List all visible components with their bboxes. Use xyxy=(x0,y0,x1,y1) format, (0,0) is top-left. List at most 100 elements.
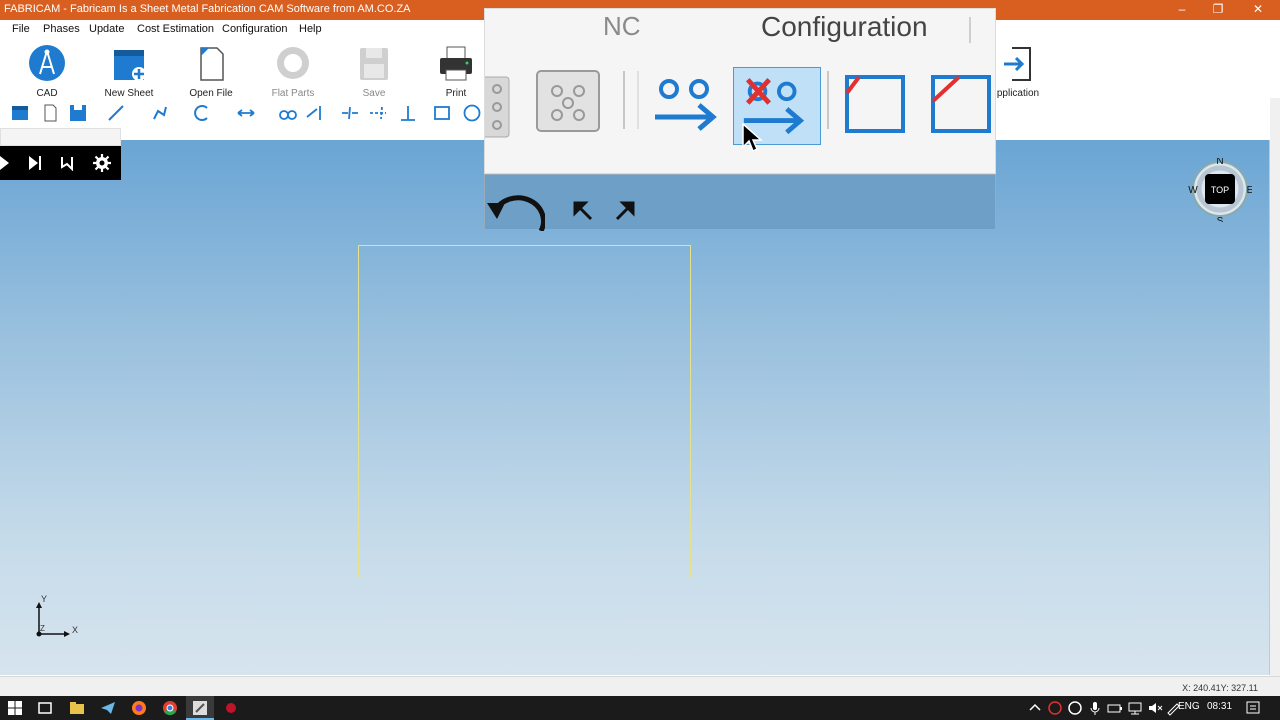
battery-icon[interactable] xyxy=(1106,699,1124,717)
group-divider-3 xyxy=(827,71,829,129)
undo-icon[interactable] xyxy=(485,193,545,231)
fabricam-app-icon[interactable] xyxy=(191,699,209,717)
view-compass[interactable]: TOP N S W E xyxy=(1188,158,1252,222)
extend-tool-icon[interactable] xyxy=(304,103,324,123)
menu-help[interactable]: Help xyxy=(299,23,322,35)
close-button[interactable]: ✕ xyxy=(1240,0,1276,20)
network-icon[interactable] xyxy=(1126,699,1144,717)
open-file-icon xyxy=(200,47,224,81)
layers-icon[interactable] xyxy=(10,103,30,123)
printer-icon xyxy=(440,46,472,81)
configuration-title: Configuration xyxy=(761,11,928,42)
compass-south-label: S xyxy=(1217,216,1224,222)
menu-file[interactable]: File xyxy=(12,23,30,35)
line-tool-icon[interactable] xyxy=(106,103,126,123)
telegram-icon[interactable] xyxy=(99,699,117,717)
play-icon[interactable] xyxy=(0,156,10,170)
group-divider xyxy=(623,71,625,129)
exit-application-icon xyxy=(1004,47,1031,81)
axis-z-label: Z xyxy=(40,624,45,633)
split-line-icon[interactable] xyxy=(368,103,388,123)
floating-toolbar-body xyxy=(0,146,121,180)
minimize-button[interactable]: – xyxy=(1164,0,1200,20)
lead-in-corner-icon[interactable] xyxy=(831,67,919,145)
axis-y-label: Y xyxy=(41,594,47,604)
menu-cost-estimation[interactable]: Cost Estimation xyxy=(137,23,214,35)
perpendicular-icon[interactable] xyxy=(398,103,418,123)
volume-muted-icon[interactable] xyxy=(1146,699,1164,717)
nc-title: NC xyxy=(603,11,641,41)
pan-cursor-icon[interactable] xyxy=(58,155,76,171)
circle-tool-icon[interactable] xyxy=(462,103,482,123)
sheet-boundary xyxy=(358,245,691,578)
tray-sync-icon[interactable] xyxy=(1066,699,1084,717)
move-sequence-icon[interactable] xyxy=(645,67,733,145)
window-title: FABRICAM - Fabricam Is a Sheet Metal Fab… xyxy=(4,3,411,15)
menu-update[interactable]: Update xyxy=(89,23,124,35)
new-document-icon[interactable] xyxy=(40,103,60,123)
nc-configuration-popup: NC Configuration xyxy=(484,8,996,174)
cad-label: CAD xyxy=(36,88,58,99)
floating-toolbar-header xyxy=(0,128,121,146)
microphone-icon[interactable] xyxy=(1086,699,1104,717)
notifications-icon[interactable] xyxy=(1244,699,1262,717)
menu-configuration[interactable]: Configuration xyxy=(222,23,287,35)
break-line-icon[interactable] xyxy=(340,103,360,123)
new-sheet-icon xyxy=(114,50,146,81)
viewport-side-strip xyxy=(1270,98,1280,678)
clock[interactable]: 08:31 xyxy=(1207,701,1232,712)
print-label: Print xyxy=(445,88,467,99)
open-file-label: Open File xyxy=(189,88,233,99)
new-sheet-label: New Sheet xyxy=(104,88,154,99)
file-explorer-icon[interactable] xyxy=(68,699,86,717)
print-button[interactable]: Print xyxy=(426,42,486,99)
rectangle-tool-icon[interactable] xyxy=(432,103,452,123)
settings-gear-icon[interactable] xyxy=(93,154,111,172)
axis-x-label: X xyxy=(72,625,78,635)
lead-in-diagonal-icon[interactable] xyxy=(917,67,1005,145)
flat-parts-button[interactable]: Flat Parts xyxy=(263,42,323,99)
cad-button[interactable]: CAD xyxy=(17,42,77,99)
axis-indicator: Y X Z xyxy=(36,594,78,637)
group-divider-2 xyxy=(637,71,639,129)
save-label: Save xyxy=(362,88,386,99)
title-divider xyxy=(969,17,971,43)
recorder-icon[interactable] xyxy=(222,699,240,717)
floating-playback-toolbar xyxy=(0,128,121,180)
hole-pattern-icon[interactable] xyxy=(525,67,613,145)
maximize-button[interactable]: ❐ xyxy=(1200,0,1236,20)
compass-west-label: W xyxy=(1188,185,1198,196)
tray-app-icon[interactable] xyxy=(1046,699,1064,717)
compass-drawing-icon xyxy=(29,45,65,81)
save-icon xyxy=(360,48,388,80)
menu-phases[interactable]: Phases xyxy=(43,23,80,35)
trim-tool-icon[interactable] xyxy=(278,103,298,123)
drawing-toolbar xyxy=(0,100,490,126)
move-up-left-icon[interactable] xyxy=(571,199,595,223)
status-bar: X: 240.41Y: 327.11 xyxy=(0,676,1280,696)
skip-next-icon[interactable] xyxy=(28,155,42,171)
flat-parts-label: Flat Parts xyxy=(271,88,315,99)
cursor-coordinates: X: 240.41Y: 327.11 xyxy=(1182,683,1258,693)
dimension-tool-icon[interactable] xyxy=(236,103,256,123)
start-icon[interactable] xyxy=(6,699,24,717)
mouse-cursor-icon xyxy=(742,123,763,153)
taskbar: ENG 08:31 xyxy=(0,696,1280,720)
save-small-icon[interactable] xyxy=(68,103,88,123)
task-view-icon[interactable] xyxy=(36,699,54,717)
compass-north-label: N xyxy=(1216,158,1223,167)
polyline-tool-icon[interactable] xyxy=(150,103,170,123)
arc-tool-icon[interactable] xyxy=(192,103,212,123)
save-button[interactable]: Save xyxy=(344,42,404,99)
popup-lower-toolbar xyxy=(484,174,996,231)
tray-expand-icon[interactable] xyxy=(1026,699,1044,717)
flat-parts-icon xyxy=(277,47,309,79)
view-cube-top-label: TOP xyxy=(1211,185,1229,195)
move-up-right-icon[interactable] xyxy=(613,199,637,223)
open-file-button[interactable]: Open File xyxy=(181,42,241,99)
firefox-icon[interactable] xyxy=(130,699,148,717)
chrome-icon[interactable] xyxy=(161,699,179,717)
language-indicator[interactable]: ENG xyxy=(1178,701,1200,712)
new-sheet-button[interactable]: New Sheet xyxy=(99,42,159,99)
compass-east-label: E xyxy=(1247,185,1252,196)
